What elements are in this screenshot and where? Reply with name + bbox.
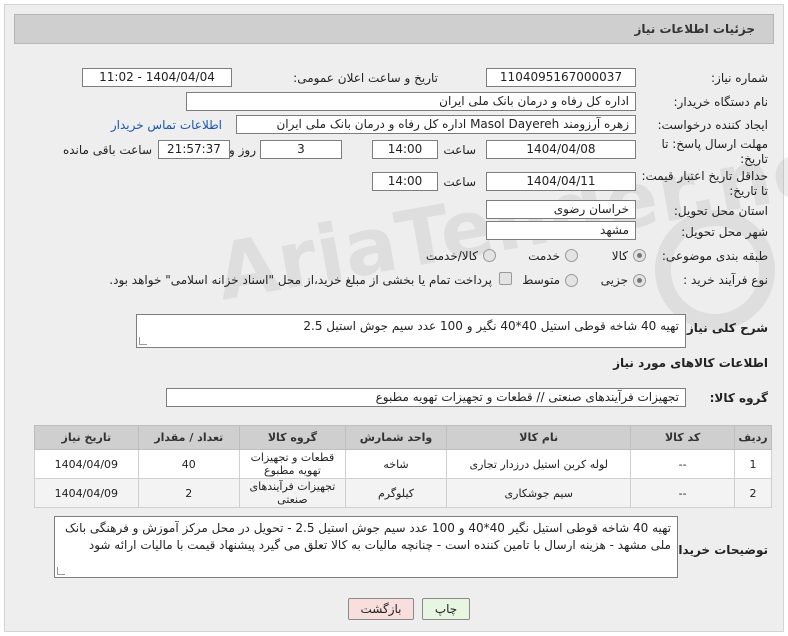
- deadline-time-field[interactable]: 14:00: [372, 140, 438, 159]
- remaining-label: ساعت باقی مانده: [62, 143, 152, 157]
- column-header: تاریخ نیاز: [34, 425, 139, 450]
- table-cell: 1: [733, 449, 773, 479]
- validity-date-field[interactable]: 1404/04/11: [486, 172, 636, 191]
- days-label: روز و: [229, 143, 256, 157]
- category-radio-service[interactable]: [565, 249, 578, 262]
- buyer-notes-label: توضیحات خریدار:: [666, 543, 768, 557]
- table-cell: 2: [733, 478, 773, 508]
- validity-time-label: ساعت: [443, 175, 476, 189]
- city-label: شهر محل تحویل:: [681, 225, 768, 239]
- header-bar: جزئیات اطلاعات نیاز: [14, 14, 774, 44]
- table-cell: --: [630, 478, 735, 508]
- column-header: کد کالا: [630, 425, 735, 450]
- category-option-both: کالا/خدمت: [425, 249, 478, 263]
- column-header: گروه کالا: [238, 425, 346, 450]
- province-label: استان محل تحویل:: [673, 204, 768, 218]
- column-header: واحد شمارش: [344, 425, 448, 450]
- deadline-time-label: ساعت: [443, 143, 476, 157]
- validity-time-field[interactable]: 14:00: [372, 172, 438, 191]
- process-radio-medium[interactable]: [565, 274, 578, 287]
- table-cell: سیم جوشکاری: [446, 478, 632, 508]
- table-cell: قطعات و تجهیزات تهویه مطبوع: [238, 449, 346, 479]
- category-option-service: خدمت: [528, 249, 560, 263]
- process-label: نوع فرآیند خرید :: [683, 273, 768, 287]
- table-cell: کیلوگرم: [344, 478, 448, 508]
- buyer-notes-textarea[interactable]: تهیه 40 شاخه قوطی استیل نگیر 40*40 و 100…: [54, 516, 678, 578]
- table-row[interactable]: 1 -- لوله کربن استیل درزدار تجاری شاخه ق…: [34, 449, 773, 479]
- buyer-notes-text: تهیه 40 شاخه قوطی استیل نگیر 40*40 و 100…: [65, 521, 671, 552]
- validity-label-line1: حداقل تاریخ اعتبار قیمت:: [641, 169, 768, 183]
- deadline-date-field[interactable]: 1404/04/08: [486, 140, 636, 159]
- page-title: جزئیات اطلاعات نیاز: [634, 22, 755, 36]
- city-field[interactable]: مشهد: [486, 221, 636, 240]
- table-cell: 1404/04/09: [34, 478, 139, 508]
- table-cell: لوله کربن استیل درزدار تجاری: [446, 449, 632, 479]
- days-field[interactable]: 3: [260, 140, 342, 159]
- need-number-label: شماره نیاز:: [711, 71, 768, 85]
- table-cell: --: [630, 449, 735, 479]
- creator-field[interactable]: زهره آرزومند Masol Dayereh اداره کل رفاه…: [236, 115, 636, 134]
- treasury-payment-checkbox[interactable]: [499, 272, 512, 285]
- buyer-org-label: نام دستگاه خریدار:: [673, 95, 769, 109]
- process-option-medium: متوسط: [522, 273, 560, 287]
- creator-label: ایجاد کننده درخواست:: [657, 118, 768, 132]
- column-header: نام کالا: [446, 425, 632, 450]
- table-cell: 2: [137, 478, 240, 508]
- goods-group-field[interactable]: تجهیزات فرآیندهای صنعتی // قطعات و تجهیز…: [166, 388, 686, 407]
- contact-info-link[interactable]: اطلاعات تماس خریدار: [111, 118, 222, 132]
- goods-group-label: گروه کالا:: [709, 391, 768, 405]
- announce-label: تاریخ و ساعت اعلان عمومی:: [293, 71, 438, 85]
- category-label: طبقه بندی موضوعی:: [661, 249, 768, 263]
- table-row[interactable]: 2 -- سیم جوشکاری کیلوگرم تجهیزات فرآینده…: [34, 478, 773, 508]
- category-option-goods: کالا: [611, 249, 628, 263]
- print-button[interactable]: چاپ: [422, 598, 470, 620]
- process-option-minor: جزیی: [600, 273, 628, 287]
- remaining-time-field[interactable]: 21:57:37: [158, 140, 230, 159]
- category-radio-goods[interactable]: [633, 249, 646, 262]
- items-table: ردیف کد کالا نام کالا واحد شمارش گروه کا…: [34, 425, 773, 508]
- table-cell: شاخه: [344, 449, 448, 479]
- description-label: شرح کلی نیاز:: [682, 321, 768, 335]
- resize-handle-icon[interactable]: [139, 337, 147, 345]
- treasury-payment-note: پرداخت تمام یا بخشی از مبلغ خرید،از محل …: [109, 273, 492, 287]
- description-text: تهیه 40 شاخه قوطی استیل 40*40 نگیر و 100…: [303, 319, 679, 333]
- table-cell: 1404/04/09: [34, 449, 139, 479]
- buyer-org-field[interactable]: اداره کل رفاه و درمان بانک ملی ایران: [186, 92, 636, 111]
- table-cell: تجهیزات فرآیندهای صنعتی: [238, 478, 346, 508]
- resize-handle-icon[interactable]: [57, 567, 65, 575]
- description-textarea[interactable]: تهیه 40 شاخه قوطی استیل 40*40 نگیر و 100…: [136, 314, 686, 348]
- validity-label-line2: تا تاریخ:: [729, 184, 768, 198]
- column-header: ردیف: [733, 425, 773, 450]
- process-radio-minor[interactable]: [633, 274, 646, 287]
- back-button[interactable]: بازگشت: [348, 598, 414, 620]
- table-cell: 40: [137, 449, 240, 479]
- province-field[interactable]: خراسان رضوی: [486, 200, 636, 219]
- deadline-label-line1: مهلت ارسال پاسخ: تا: [661, 137, 768, 151]
- announce-field[interactable]: 1404/04/04 - 11:02: [82, 68, 232, 87]
- column-header: تعداد / مقدار: [137, 425, 240, 450]
- deadline-label-line2: تاریخ:: [740, 152, 768, 166]
- category-radio-both[interactable]: [483, 249, 496, 262]
- goods-section-title: اطلاعات کالاهای مورد نیاز: [613, 356, 768, 370]
- need-number-field[interactable]: 1104095167000037: [486, 68, 636, 87]
- table-header-row: ردیف کد کالا نام کالا واحد شمارش گروه کا…: [34, 425, 773, 450]
